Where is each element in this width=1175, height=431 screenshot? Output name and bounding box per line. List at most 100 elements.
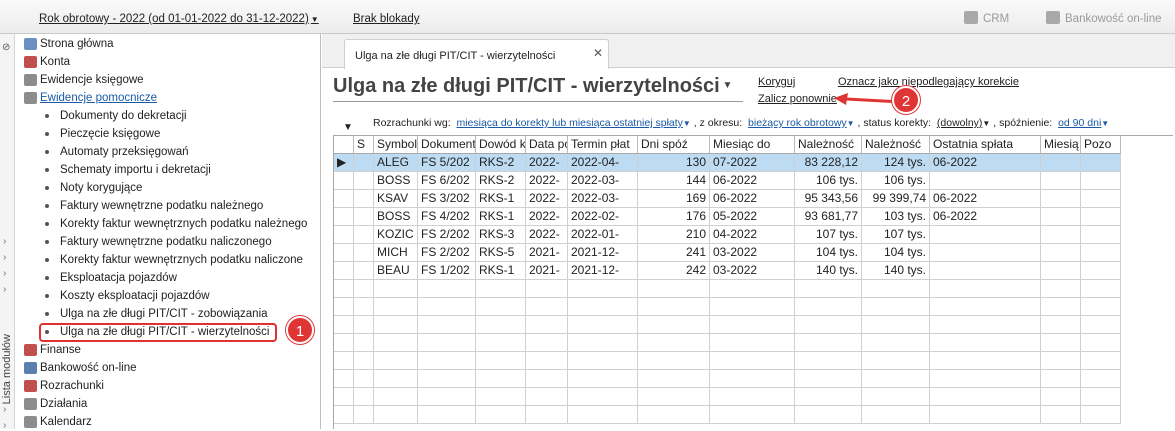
modules-strip[interactable]: ⊘ › › › › › › Lista modułów bbox=[0, 34, 15, 431]
chevron-right-icon[interactable]: › bbox=[3, 284, 6, 295]
column-header[interactable]: Dni spóź bbox=[638, 136, 710, 154]
table-cell: KOZIC bbox=[374, 226, 418, 244]
chevron-down-icon[interactable]: ▼ bbox=[982, 119, 990, 128]
empty-row[interactable] bbox=[334, 352, 1173, 370]
column-header[interactable]: S bbox=[354, 136, 374, 154]
nav-sub-item[interactable]: Faktury wewnętrzne podatku naliczonego bbox=[15, 233, 320, 251]
nav-module-item[interactable]: Strona główna bbox=[15, 35, 320, 53]
nav-module-item[interactable]: Działania bbox=[15, 395, 320, 413]
chevron-right-icon[interactable]: › bbox=[3, 252, 6, 263]
column-header[interactable]: Miesią bbox=[1041, 136, 1081, 154]
nav-sub-item[interactable]: Automaty przeksięgowań bbox=[15, 143, 320, 161]
close-icon[interactable]: ✕ bbox=[593, 46, 603, 60]
bullet-icon bbox=[45, 312, 49, 316]
chevron-right-icon[interactable]: › bbox=[3, 236, 6, 247]
status-label: , status korekty: bbox=[857, 117, 932, 129]
column-header[interactable]: Ostatnia spłata bbox=[930, 136, 1041, 154]
nav-module-item[interactable]: Rozrachunki bbox=[15, 377, 320, 395]
empty-row[interactable] bbox=[334, 370, 1173, 388]
nav-label: Noty korygujące bbox=[60, 182, 143, 194]
nav-sub-item[interactable]: Eksploatacja pojazdów bbox=[15, 269, 320, 287]
crm-button[interactable]: CRM bbox=[964, 11, 1009, 25]
mark-not-subject-link[interactable]: Oznacz jako niepodlegający korekcie bbox=[838, 76, 1019, 88]
page-title[interactable]: Ulga na złe długi PIT/CIT - wierzytelnoś… bbox=[333, 75, 732, 98]
nav-sub-item[interactable]: Noty korygujące bbox=[15, 179, 320, 197]
bullet-icon bbox=[45, 132, 49, 136]
nav-sub-item[interactable]: Ulga na złe długi PIT/CIT - wierzytelnoś… bbox=[15, 323, 320, 341]
nav-sub-item[interactable]: Korekty faktur wewnętrznych podatku nali… bbox=[15, 251, 320, 269]
table-cell: 06-2022 bbox=[930, 208, 1041, 226]
table-row[interactable]: BOSS FS 4/202 RKS-1 2022- 2022-02- 176 05-2022… bbox=[334, 208, 1173, 226]
table-cell bbox=[638, 334, 710, 352]
reapply-link[interactable]: Zalicz ponownie bbox=[758, 93, 837, 105]
period-filter[interactable]: bieżący rok obrotowy bbox=[748, 117, 847, 129]
empty-row[interactable] bbox=[334, 316, 1173, 334]
empty-row[interactable] bbox=[334, 406, 1173, 424]
nav-label: Kalendarz bbox=[40, 416, 92, 428]
column-header[interactable]: Symbol bbox=[374, 136, 418, 154]
table-row[interactable]: MICH FS 2/202 RKS-5 2021- 2021-12- 241 03-2022… bbox=[334, 244, 1173, 262]
chevron-down-icon[interactable]: ▼ bbox=[683, 119, 691, 128]
table-cell bbox=[1081, 388, 1121, 406]
empty-row[interactable] bbox=[334, 334, 1173, 352]
tab-bad-debt-receivables[interactable]: Ulga na złe długi PIT/CIT - wierzytelnoś… bbox=[344, 39, 609, 69]
table-cell: 93 681,77 bbox=[795, 208, 862, 226]
column-header[interactable]: Należność bbox=[862, 136, 930, 154]
table-row[interactable]: BEAU FS 1/202 RKS-1 2021- 2021-12- 242 03-2022… bbox=[334, 262, 1173, 280]
empty-row[interactable] bbox=[334, 388, 1173, 406]
basis-filter[interactable]: miesiąca do korekty lub miesiąca ostatni… bbox=[456, 117, 682, 129]
chevron-right-icon[interactable]: › bbox=[3, 404, 6, 415]
column-header[interactable]: Należność bbox=[795, 136, 862, 154]
table-cell: BOSS bbox=[374, 208, 418, 226]
delay-filter[interactable]: od 90 dni bbox=[1058, 117, 1101, 129]
page-title-text: Ulga na złe długi PIT/CIT - wierzytelnoś… bbox=[333, 75, 720, 97]
receivables-table[interactable]: S Symbol Dokument Dowód k Data po Termin płat… bbox=[333, 135, 1173, 429]
table-row[interactable]: KOZIC FS 2/202 RKS-3 2022- 2022-01- 210 04-202… bbox=[334, 226, 1173, 244]
chevron-right-icon[interactable]: › bbox=[3, 268, 6, 279]
table-cell: RKS-1 bbox=[476, 208, 526, 226]
nav-module-item[interactable]: Konta bbox=[15, 53, 320, 71]
column-header[interactable]: Termin płat bbox=[568, 136, 638, 154]
fiscal-year-selector[interactable]: Rok obrotowy - 2022 (od 01-01-2022 do 31… bbox=[39, 13, 319, 25]
nav-module-item[interactable]: Ewidencje pomocnicze bbox=[15, 89, 320, 107]
nav-sub-item[interactable]: Pieczęcie księgowe bbox=[15, 125, 320, 143]
column-header[interactable]: Pozo bbox=[1081, 136, 1121, 154]
status-filter[interactable]: (dowolny) bbox=[937, 117, 983, 129]
table-row[interactable]: BOSS FS 6/202 RKS-2 2022- 2022-03- 144 06-2022… bbox=[334, 172, 1173, 190]
lock-status-link[interactable]: Brak blokady bbox=[353, 13, 419, 25]
chevron-right-icon[interactable]: › bbox=[3, 420, 6, 431]
sort-down-icon[interactable]: ▼ bbox=[343, 122, 353, 133]
nav-module-item[interactable]: Kalendarz bbox=[15, 413, 320, 429]
column-header[interactable]: Dokument bbox=[418, 136, 476, 154]
table-cell bbox=[1041, 262, 1081, 280]
nav-module-item[interactable]: Finanse bbox=[15, 341, 320, 359]
nav-label: Konta bbox=[40, 56, 71, 68]
nav-module-item[interactable]: Ewidencje księgowe bbox=[15, 71, 320, 89]
empty-row[interactable] bbox=[334, 298, 1173, 316]
nav-sub-item[interactable]: Schematy importu i dekretacji bbox=[15, 161, 320, 179]
column-header[interactable]: Data po bbox=[526, 136, 568, 154]
nav-sub-item[interactable]: Dokumenty do dekretacji bbox=[15, 107, 320, 125]
column-header[interactable]: Miesiąc do bbox=[710, 136, 795, 154]
empty-row[interactable] bbox=[334, 280, 1173, 298]
table-cell bbox=[795, 388, 862, 406]
column-header[interactable]: Dowód k bbox=[476, 136, 526, 154]
table-row[interactable]: ▶ ALEG FS 5/202 RKS-2 2022- 2022-04- 130 07-202… bbox=[334, 154, 1173, 172]
column-header[interactable] bbox=[334, 136, 354, 154]
table-cell bbox=[1081, 262, 1121, 280]
table-cell bbox=[795, 406, 862, 424]
table-cell bbox=[710, 352, 795, 370]
pin-icon[interactable]: ⊘ bbox=[2, 42, 10, 53]
nav-sub-item[interactable]: Ulga na złe długi PIT/CIT - zobowiązania bbox=[15, 305, 320, 323]
correct-link[interactable]: Koryguj bbox=[758, 76, 795, 88]
nav-module-item[interactable]: Bankowość on-line bbox=[15, 359, 320, 377]
chevron-down-icon[interactable]: ▼ bbox=[847, 119, 855, 128]
online-banking-label: Bankowość on-line bbox=[1065, 13, 1162, 25]
table-cell bbox=[930, 226, 1041, 244]
nav-sub-item[interactable]: Korekty faktur wewnętrznych podatku nale… bbox=[15, 215, 320, 233]
table-row[interactable]: KSAV FS 3/202 RKS-1 2022- 2022-03- 169 06-2022… bbox=[334, 190, 1173, 208]
chevron-down-icon[interactable]: ▼ bbox=[1101, 119, 1109, 128]
nav-sub-item[interactable]: Faktury wewnętrzne podatku należnego bbox=[15, 197, 320, 215]
online-banking-button[interactable]: Bankowość on-line bbox=[1046, 11, 1162, 25]
nav-sub-item[interactable]: Koszty eksploatacji pojazdów bbox=[15, 287, 320, 305]
